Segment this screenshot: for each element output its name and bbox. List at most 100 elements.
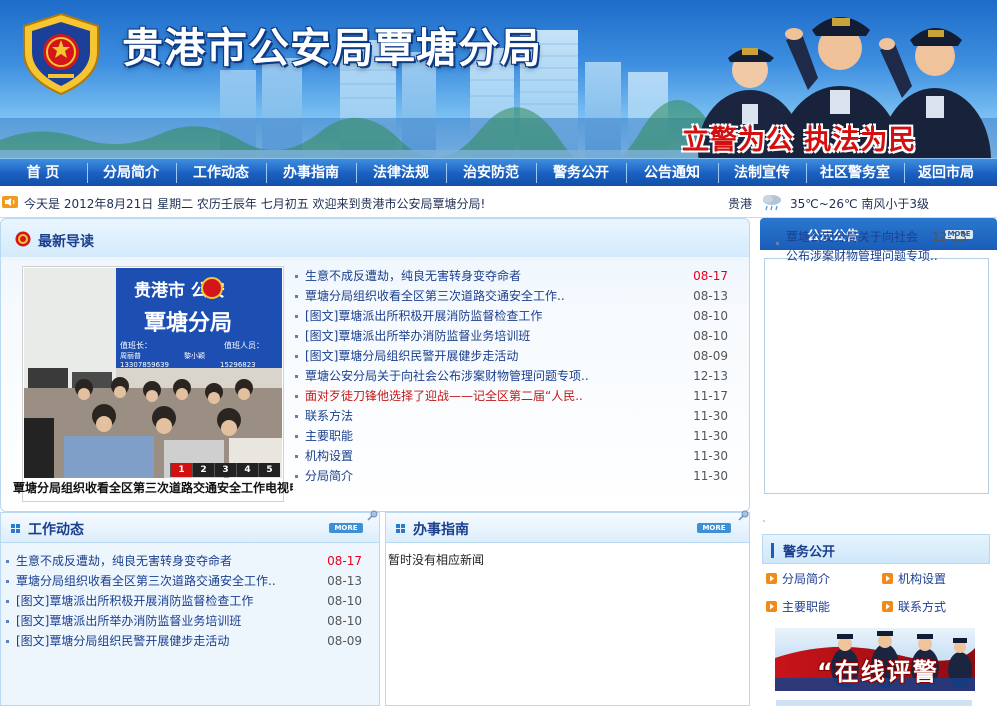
site-banner: 贵港市公安局覃塘分局 立警为公 执法为民 (0, 0, 997, 158)
affairs-link-label[interactable]: 分局简介 (782, 572, 830, 586)
slide-dot-1[interactable]: 1 (170, 463, 192, 477)
nav-legal-education[interactable]: 法制宣传 (719, 159, 805, 187)
nav-about[interactable]: 分局简介 (88, 159, 174, 187)
work-news-list: 生意不成反遭劫，纯良无害转身变夺命者 08-17 覃塘分局组织收看全区第三次道路交… (5, 551, 362, 651)
police-badge-icon (15, 231, 31, 247)
news-title[interactable]: 联系方法 (305, 409, 353, 423)
nav-home[interactable]: 首 页 (0, 159, 86, 187)
slide-pager: 1 2 3 4 5 (170, 463, 280, 477)
news-title[interactable]: 主要职能 (305, 429, 353, 443)
affairs-link-about[interactable]: 分局简介 (764, 570, 830, 588)
notice-title-line2[interactable]: 公布涉案财物管理问题专项.. (786, 249, 938, 263)
slide-dot-4[interactable]: 4 (236, 463, 258, 477)
news-date: 11-30 (693, 409, 728, 423)
online-evaluation-text[interactable]: “在线评警 (817, 652, 939, 687)
affairs-link-label[interactable]: 联系方式 (898, 600, 946, 614)
news-title[interactable]: 机构设置 (305, 449, 353, 463)
slide-dot-5[interactable]: 5 (258, 463, 280, 477)
news-title[interactable]: 生意不成反遭劫，纯良无害转身变夺命者 (16, 554, 232, 568)
news-title[interactable]: 覃塘公安分局关于向社会公布涉案财物管理问题专项.. (305, 369, 589, 383)
affairs-link-label[interactable]: 主要职能 (782, 600, 830, 614)
photo-sign-text: 值班人员： (224, 340, 264, 350)
police-affairs-panel: ` 警务公开 分局简介 机构设置 主要职能 联系方式 “在线评警 (762, 520, 990, 706)
nav-police-affairs[interactable]: 警务公开 (537, 159, 625, 187)
online-evaluation-banner[interactable]: “在线评警 (775, 628, 975, 691)
meeting-room-image: 贵港市 公安 覃塘分局 值班长： 值班人员： 周丽普 黎小颖 133078596… (24, 268, 282, 478)
news-date: 12-13 (693, 369, 728, 383)
police-emblem-icon (23, 12, 99, 96)
right-column-footer (776, 700, 972, 706)
work-news-more-button[interactable]: MORE (329, 523, 363, 533)
photo-sign-text: 覃塘分局 (144, 310, 232, 336)
list-item[interactable]: [图文]覃塘派出所举办消防监督业务培训班 08-10 (294, 326, 728, 346)
nav-laws[interactable]: 法律法规 (357, 159, 445, 187)
nav-work-news[interactable]: 工作动态 (177, 159, 265, 187)
date-welcome-ticker: 今天是 2012年8月21日 星期二 农历壬辰年 七月初五 欢迎来到贵港市公安局… (24, 197, 486, 211)
list-item[interactable]: 覃塘公安分局关于向社会公布涉案财物管理问题专项.. 12-13 (294, 366, 728, 386)
news-date: 08-17 (327, 554, 362, 568)
nav-back-city-bureau[interactable]: 返回市局 (905, 159, 987, 187)
news-title[interactable]: 覃塘分局组织收看全区第三次道路交通安全工作.. (16, 574, 276, 588)
nav-community-office[interactable]: 社区警务室 (807, 159, 903, 187)
header-accent-bar (771, 543, 774, 558)
slide-photo[interactable]: 贵港市 公安 覃塘分局 值班长： 值班人员： 周丽普 黎小颖 133078596… (24, 268, 282, 478)
photo-sign-text: 黎小颖 (184, 351, 205, 360)
notice-title-line1[interactable]: 覃塘公安分局关于向社会 (786, 230, 918, 244)
news-date: 08-10 (693, 309, 728, 323)
list-item[interactable]: [图文]覃塘派出所积极开展消防监督检查工作 08-10 (294, 306, 728, 326)
list-item[interactable]: 联系方法 11-30 (294, 406, 728, 426)
news-title[interactable]: 生意不成反遭劫，纯良无害转身变夺命者 (305, 269, 521, 283)
list-item[interactable]: 生意不成反遭劫，纯良无害转身变夺命者 08-17 (294, 266, 728, 286)
news-title[interactable]: 面对歹徒刀锋他选择了迎战——记全区第二届“人民.. (305, 389, 583, 403)
slide-caption[interactable]: 覃塘分局组织收看全区第三次道路交通安全工作电视电话会议 (13, 478, 293, 498)
list-item[interactable]: 分局简介 11-30 (294, 466, 728, 486)
news-title[interactable]: [图文]覃塘派出所举办消防监督业务培训班 (16, 614, 241, 628)
list-item[interactable]: [图文]覃塘派出所积极开展消防监督检查工作 08-10 (5, 591, 362, 611)
news-date: 11-30 (693, 449, 728, 463)
notice-date: 12-13 (932, 230, 967, 244)
latest-news-panel: 最新导读 贵港市 公安 覃塘分局 值班长： 值班人员： 周丽普 黎小颖 1330… (0, 218, 750, 512)
nav-notices[interactable]: 公告通知 (627, 159, 717, 187)
work-news-header: 工作动态 MORE (1, 510, 379, 543)
police-affairs-title: 警务公开 (783, 545, 836, 560)
list-item[interactable]: 机构设置 11-30 (294, 446, 728, 466)
affairs-link-duties[interactable]: 主要职能 (764, 598, 830, 616)
news-date: 08-10 (327, 594, 362, 608)
public-notice-body (764, 258, 989, 494)
news-title[interactable]: [图文]覃塘派出所积极开展消防监督检查工作 (16, 594, 253, 608)
site-title: 贵港市公安局覃塘分局 (122, 24, 542, 72)
news-title[interactable]: [图文]覃塘分局组织民警开展健步走活动 (305, 349, 518, 363)
news-date: 08-17 (693, 269, 728, 283)
slide-dot-3[interactable]: 3 (214, 463, 236, 477)
news-title[interactable]: [图文]覃塘分局组织民警开展健步走活动 (16, 634, 229, 648)
news-title[interactable]: 分局简介 (305, 469, 353, 483)
cloud-rain-icon (763, 195, 781, 211)
nav-public-security[interactable]: 治安防范 (447, 159, 535, 187)
list-item[interactable]: [图文]覃塘分局组织民警开展健步走活动 08-09 (5, 631, 362, 651)
latest-news-header: 最新导读 (1, 219, 749, 257)
list-item[interactable]: 主要职能 11-30 (294, 426, 728, 446)
list-item[interactable]: 生意不成反遭劫，纯良无害转身变夺命者 08-17 (5, 551, 362, 571)
service-guide-header: 办事指南 MORE (386, 510, 749, 543)
news-title[interactable]: 覃塘分局组织收看全区第三次道路交通安全工作.. (305, 289, 565, 303)
photo-slideshow[interactable]: 贵港市 公安 覃塘分局 值班长： 值班人员： 周丽普 黎小颖 133078596… (13, 266, 293, 502)
stray-mark: ` (762, 520, 767, 531)
affairs-link-contact[interactable]: 联系方式 (880, 598, 946, 616)
list-item[interactable]: [图文]覃塘分局组织民警开展健步走活动 08-09 (294, 346, 728, 366)
orange-arrow-icon (766, 573, 777, 584)
news-date: 08-13 (327, 574, 362, 588)
slide-dot-2[interactable]: 2 (192, 463, 214, 477)
news-title[interactable]: [图文]覃塘派出所积极开展消防监督检查工作 (305, 309, 542, 323)
affairs-link-label[interactable]: 机构设置 (898, 572, 946, 586)
news-date: 11-30 (693, 429, 728, 443)
list-item[interactable]: 面对歹徒刀锋他选择了迎战——记全区第二届“人民.. 11-17 (294, 386, 728, 406)
service-guide-more-button[interactable]: MORE (697, 523, 731, 533)
list-item[interactable]: 覃塘分局组织收看全区第三次道路交通安全工作.. 08-13 (294, 286, 728, 306)
nav-service-guide[interactable]: 办事指南 (267, 159, 355, 187)
list-item[interactable]: 覃塘公安分局关于向社会 12-13 公布涉案财物管理问题专项.. (772, 228, 997, 266)
news-date: 08-10 (327, 614, 362, 628)
news-title[interactable]: [图文]覃塘派出所举办消防监督业务培训班 (305, 329, 530, 343)
list-item[interactable]: [图文]覃塘派出所举办消防监督业务培训班 08-10 (5, 611, 362, 631)
affairs-link-structure[interactable]: 机构设置 (880, 570, 946, 588)
list-item[interactable]: 覃塘分局组织收看全区第三次道路交通安全工作.. 08-13 (5, 571, 362, 591)
